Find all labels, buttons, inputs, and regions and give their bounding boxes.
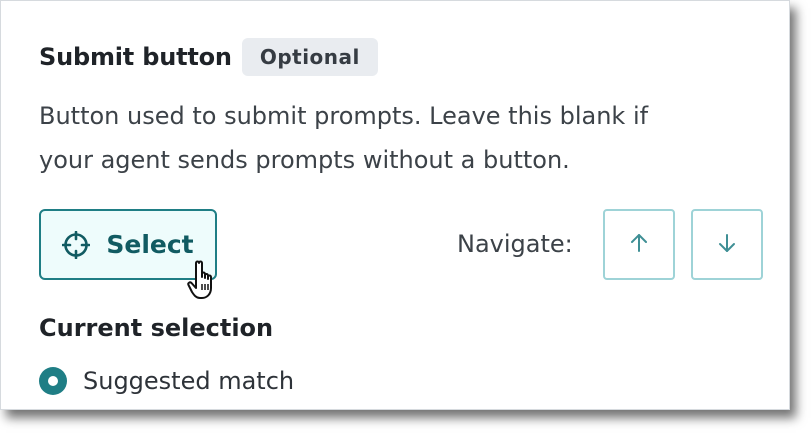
radio-label: Suggested match [83,367,295,395]
navigate-down-button[interactable] [691,209,763,280]
field-title: Submit button [39,43,232,71]
hand-pointer-icon [184,259,220,301]
radio-dot [48,376,58,386]
submit-button-config-panel: Submit button Optional Button used to su… [0,0,790,410]
arrow-up-icon [628,232,650,258]
description-line: Button used to submit prompts. Leave thi… [39,102,649,130]
crosshair-icon [62,230,91,259]
navigate-label: Navigate: [457,230,573,258]
radio-button-selected[interactable] [39,367,67,395]
arrow-down-icon [716,232,738,258]
current-selection-title: Current selection [39,314,274,342]
suggested-match-option[interactable]: Suggested match [39,367,294,395]
field-description: Button used to submit prompts. Leave thi… [39,94,739,182]
description-line: your agent sends prompts without a butto… [39,146,570,174]
select-button-label: Select [106,230,194,259]
navigate-up-button[interactable] [603,209,675,280]
optional-badge: Optional [241,38,378,76]
field-header: Submit button Optional [39,38,378,76]
